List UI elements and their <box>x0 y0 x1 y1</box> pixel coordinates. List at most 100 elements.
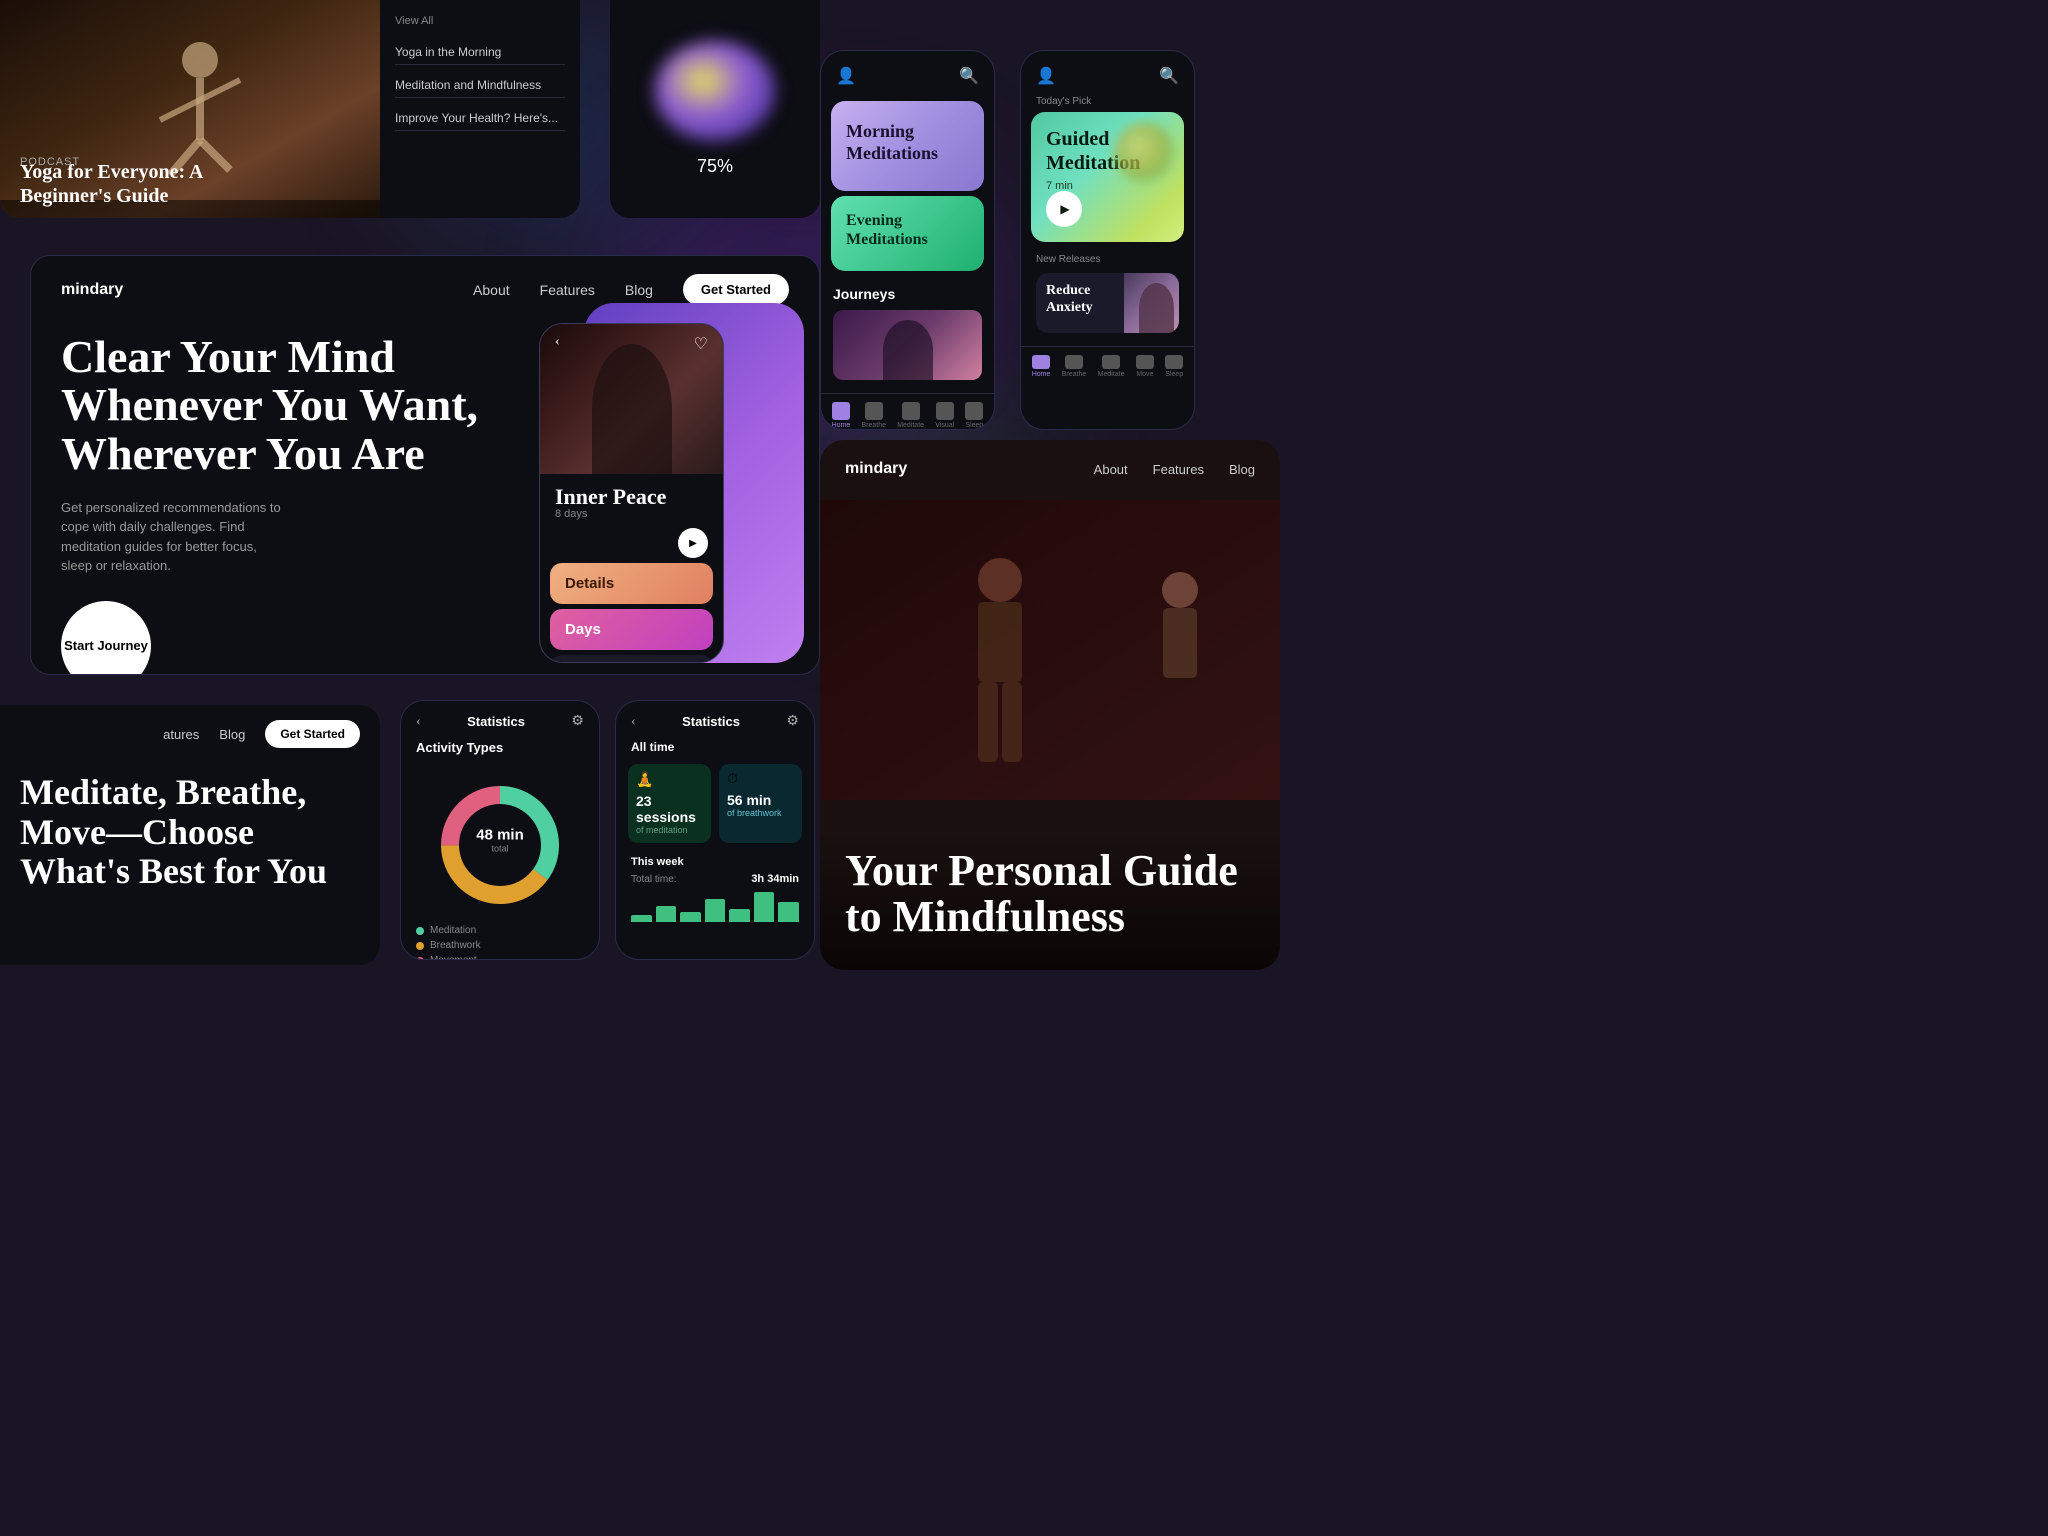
settings-icon[interactable]: ⚙ <box>786 713 799 730</box>
tp-search-icon[interactable]: 🔍 <box>1159 66 1179 86</box>
tp-profile-icon[interactable]: 👤 <box>1036 66 1056 86</box>
morning-meditations-card[interactable]: Morning Meditations <box>831 101 984 191</box>
hero-website-card: mindary About Features Blog Get Started … <box>30 255 820 675</box>
inner-peace-title: Inner Peace <box>555 486 708 508</box>
meditations-mobile-card: 👤 🔍 Morning Meditations Evening Meditati… <box>820 50 995 430</box>
nav-item-home[interactable]: Home <box>832 402 851 429</box>
todays-pick-card: 👤 🔍 Today's Pick Guided Meditation 7 min… <box>1020 50 1195 430</box>
legend-breathwork: Breathwork <box>430 940 481 951</box>
back-icon[interactable]: ‹ <box>555 334 560 350</box>
today-pick-label: Today's Pick <box>1021 96 1194 112</box>
morning-meditations-title: Morning Meditations <box>846 121 969 164</box>
progress-text: 75% <box>697 156 733 177</box>
settings-icon[interactable]: ⚙ <box>571 713 584 730</box>
tnav-move[interactable]: Move <box>1136 355 1154 378</box>
hero-nav-about[interactable]: About <box>473 282 510 298</box>
days-button[interactable]: Days <box>550 609 713 650</box>
journey-image[interactable] <box>833 310 982 380</box>
mf-nav-about[interactable]: About <box>1094 462 1128 477</box>
evening-meditations-card[interactable]: Evening Meditations <box>831 196 984 271</box>
bl-get-started-button[interactable]: Get Started <box>265 720 360 748</box>
mini-bar-chart <box>616 887 814 927</box>
nr-image <box>1124 273 1179 333</box>
tnav-meditate[interactable]: Meditate <box>1098 355 1125 378</box>
nav-item-meditate[interactable]: Meditate <box>897 402 924 429</box>
total-time-val: 3h 34min <box>751 873 799 885</box>
journeys-section: Journeys <box>821 276 994 385</box>
mobile-header: 👤 🔍 <box>821 51 994 96</box>
hero-nav-blog[interactable]: Blog <box>625 282 653 298</box>
podcast-card: PODCAST Yoga for Everyone: A Beginner's … <box>0 0 580 218</box>
search-icon[interactable]: 🔍 <box>959 66 979 86</box>
total-time-row: Total time: 3h 34min <box>616 871 814 887</box>
profile-icon[interactable]: 👤 <box>836 66 856 86</box>
inner-peace-image: ‹ ♡ <box>540 324 723 474</box>
nav-item-visual[interactable]: Visual <box>935 402 954 429</box>
nav-item-breathe[interactable]: Breathe <box>861 402 886 429</box>
mf-nav-features[interactable]: Features <box>1153 462 1204 477</box>
breathwork-stat: ⏱ 56 min of breathwork <box>719 764 802 843</box>
bar-5 <box>729 909 750 922</box>
more-journeys-button[interactable]: More Journeys <box>550 655 713 663</box>
bar-2 <box>656 906 677 923</box>
mobile-nav: Home Breathe Meditate Visual Sleep <box>821 393 994 430</box>
list-item[interactable]: Yoga in the Morning <box>395 40 565 65</box>
inner-peace-days: 8 days <box>555 508 708 520</box>
statistics-time-title: Statistics <box>682 714 740 729</box>
gradient-orb <box>655 41 775 141</box>
sessions-num: 23 sessions <box>636 793 703 825</box>
guided-meditation-card[interactable]: Guided Meditation 7 min <box>1031 112 1184 242</box>
list-item[interactable]: Meditation and Mindfulness <box>395 73 565 98</box>
mindfulness-guide-card: mindary About Features Blog <box>820 440 1280 970</box>
podcast-title: Yoga for Everyone: A Beginner's Guide <box>20 160 220 208</box>
play-button[interactable] <box>1046 191 1082 227</box>
meditation-icon: 🧘 <box>636 772 703 789</box>
donut-chart-container: 48 min total <box>401 760 599 920</box>
details-button[interactable]: Details <box>550 563 713 604</box>
hero-logo: mindary <box>61 281 123 299</box>
bar-4 <box>705 899 726 922</box>
bottom-left-website-card: atures Blog Get Started Meditate, Breath… <box>0 705 380 965</box>
tnav-sleep[interactable]: Sleep <box>1165 355 1183 378</box>
hero-nav-features[interactable]: Features <box>540 282 595 298</box>
tp-header: 👤 🔍 <box>1021 51 1194 96</box>
journeys-title: Journeys <box>833 286 982 302</box>
sessions-label: of meditation <box>636 825 703 835</box>
bl-headline: Meditate, Breathe, Move—Choose What's Be… <box>0 763 380 902</box>
donut-center-sublabel: total <box>476 844 524 854</box>
reduce-anxiety-card[interactable]: Reduce Anxiety <box>1036 273 1179 333</box>
stats-row: 🧘 23 sessions of meditation ⏱ 56 min of … <box>616 759 814 848</box>
donut-legend: Meditation Breathwork Movement <box>401 920 599 960</box>
list-item[interactable]: Improve Your Health? Here's... <box>395 106 565 131</box>
orb-decoration <box>1114 122 1174 182</box>
bl-nav-blog[interactable]: Blog <box>219 727 245 742</box>
tnav-home[interactable]: Home <box>1032 355 1051 378</box>
st-header: ‹ Statistics ⚙ <box>616 701 814 735</box>
tnav-breathe[interactable]: Breathe <box>1062 355 1087 378</box>
start-journey-button[interactable]: Start Journey <box>61 601 151 675</box>
bl-navigation: atures Blog Get Started <box>0 705 380 763</box>
inner-peace-phone-card: ‹ ♡ Inner Peace 8 days ▶ Details Days Mo… <box>539 323 724 663</box>
bl-nav-features[interactable]: atures <box>163 727 199 742</box>
activity-types-subtitle: Activity Types <box>401 735 599 760</box>
donut-center-label: 48 min <box>476 827 524 844</box>
back-icon[interactable]: ‹ <box>416 714 421 730</box>
sessions-stat: 🧘 23 sessions of meditation <box>628 764 711 843</box>
legend-movement: Movement <box>430 955 477 960</box>
orb-card: 75% <box>610 0 820 218</box>
statistics-activity-card: ‹ Statistics ⚙ Activity Types 48 min tot… <box>400 700 600 960</box>
mins-num: 56 min <box>727 792 794 808</box>
favorite-icon[interactable]: ♡ <box>694 334 708 354</box>
legend-meditation: Meditation <box>430 925 476 936</box>
bar-7 <box>778 902 799 922</box>
this-week-label: This week <box>616 848 814 871</box>
back-icon[interactable]: ‹ <box>631 714 636 730</box>
mf-headline-wrapper: Your Personal Guide to Mindfulness <box>820 828 1280 970</box>
play-button[interactable]: ▶ <box>678 528 708 558</box>
hero-right-content: ‹ ♡ Inner Peace 8 days ▶ Details Days Mo… <box>509 333 789 675</box>
view-all-link[interactable]: View All <box>395 15 565 27</box>
mf-nav-blog[interactable]: Blog <box>1229 462 1255 477</box>
hero-get-started-button[interactable]: Get Started <box>683 274 789 305</box>
nav-item-sleep[interactable]: Sleep <box>965 402 983 429</box>
inner-peace-info: Inner Peace 8 days <box>540 474 723 528</box>
